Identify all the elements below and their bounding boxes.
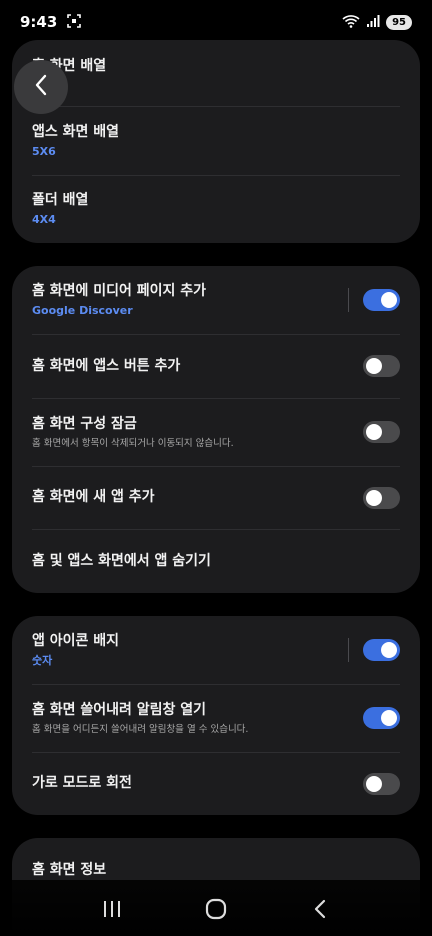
notification-options-card: 앱 아이콘 배지 숫자 홈 화면 쓸어내려 알림창 열기 홈 화면을 어디든지 … (12, 616, 420, 815)
row-icon-badges[interactable]: 앱 아이콘 배지 숫자 (12, 616, 420, 684)
row-title: 홈 화면 구성 잠금 (32, 415, 137, 432)
home-icon (205, 898, 227, 924)
home-button[interactable] (192, 891, 240, 931)
row-title: 홈 화면에 새 앱 추가 (32, 489, 155, 505)
layout-card: 홈 화면 배열 앱스 화면 배열 5X6 폴더 배열 4X4 (12, 40, 420, 243)
back-button[interactable] (14, 60, 68, 114)
row-apps-button[interactable]: 홈 화면에 앱스 버튼 추가 (12, 334, 420, 398)
add-new-apps-toggle[interactable] (363, 486, 400, 509)
row-rotate-landscape[interactable]: 가로 모드로 회전 (12, 752, 420, 815)
row-subtitle: Google Discover (32, 304, 133, 317)
row-apps-layout[interactable]: 앱스 화면 배열 5X6 (12, 106, 420, 175)
row-title: 홈 화면 쓸어내려 알림창 열기 (32, 701, 207, 718)
row-title: 홈 화면에 미디어 페이지 추가 (32, 283, 207, 299)
media-page-toggle[interactable] (363, 289, 400, 311)
divider (348, 288, 349, 312)
row-title: 홈 화면에 앱스 버튼 추가 (32, 357, 181, 374)
status-time: 9:43 (20, 13, 58, 31)
row-title: 홈 화면 정보 (32, 861, 107, 878)
wifi-icon (342, 13, 360, 32)
row-subtitle: 4X4 (32, 213, 56, 226)
row-swipe-notification[interactable]: 홈 화면 쓸어내려 알림창 열기 홈 화면을 어디든지 쓸어내려 알림창을 열 … (12, 684, 420, 752)
signal-icon (366, 13, 380, 32)
row-title: 가로 모드로 회전 (32, 775, 132, 791)
recents-button[interactable] (88, 891, 136, 931)
row-home-layout[interactable]: 홈 화면 배열 (12, 40, 420, 106)
rotate-landscape-toggle[interactable] (363, 772, 400, 795)
row-lock-layout[interactable]: 홈 화면 구성 잠금 홈 화면에서 항목이 삭제되거나 이동되지 않습니다. (12, 398, 420, 466)
row-description: 홈 화면에서 항목이 삭제되거나 이동되지 않습니다. (32, 437, 234, 449)
apps-button-toggle[interactable] (363, 355, 400, 377)
battery-badge: 95 (386, 14, 412, 30)
row-title: 앱 아이콘 배지 (32, 633, 120, 649)
row-subtitle: 5X6 (32, 144, 56, 158)
row-title: 홈 및 앱스 화면에서 앱 숨기기 (32, 552, 211, 569)
recent-apps-icon (102, 900, 122, 922)
row-hide-apps[interactable]: 홈 및 앱스 화면에서 앱 숨기기 (12, 529, 420, 593)
row-add-new-apps[interactable]: 홈 화면에 새 앱 추가 (12, 466, 420, 529)
navigation-bar (0, 886, 432, 936)
row-media-page[interactable]: 홈 화면에 미디어 페이지 추가 Google Discover (12, 266, 420, 334)
icon-badges-toggle[interactable] (363, 639, 400, 661)
nav-back-button[interactable] (296, 891, 344, 931)
screenshot-icon (67, 13, 82, 32)
status-bar: 9:43 95 (0, 0, 432, 44)
chevron-left-icon (33, 73, 49, 101)
row-title: 앱스 화면 배열 (32, 123, 120, 140)
row-description: 홈 화면을 어디든지 쓸어내려 알림창을 열 수 있습니다. (32, 723, 249, 735)
swipe-notification-toggle[interactable] (363, 707, 400, 729)
lock-layout-toggle[interactable] (363, 421, 400, 443)
back-icon (313, 899, 327, 923)
divider (348, 638, 349, 662)
row-subtitle: 숫자 (32, 654, 53, 667)
home-options-card: 홈 화면에 미디어 페이지 추가 Google Discover 홈 화면에 앱… (12, 266, 420, 593)
row-title: 홈 화면 배열 (32, 57, 107, 74)
row-title: 폴더 배열 (32, 192, 89, 208)
row-folder-layout[interactable]: 폴더 배열 4X4 (12, 175, 420, 243)
